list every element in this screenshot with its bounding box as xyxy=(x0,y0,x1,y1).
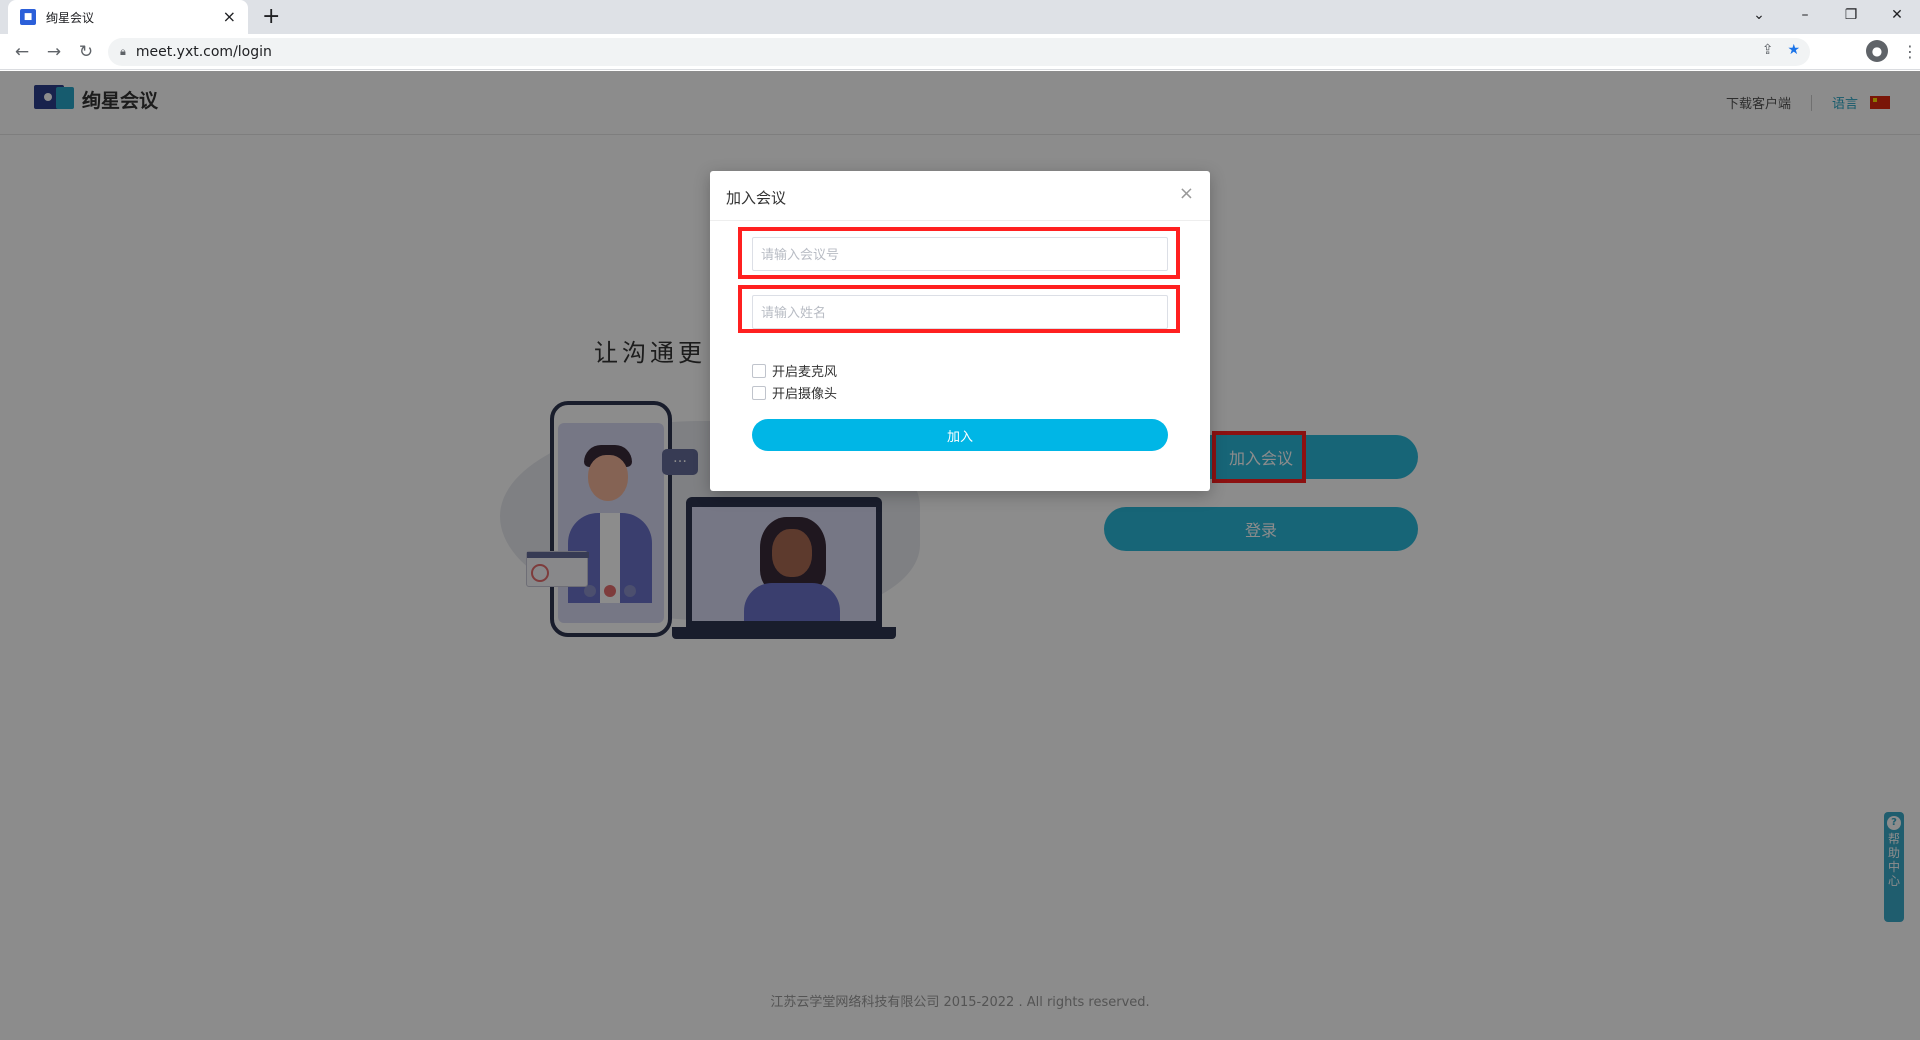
browser-toolbar: ← → ↻ 🔒︎ meet.yxt.com/login ⇪ ★ ● ⋮ xyxy=(0,34,1920,70)
dialog-header: 加入会议 × xyxy=(710,171,1210,221)
new-tab-button[interactable]: + xyxy=(262,5,280,29)
highlight-box-meeting-number xyxy=(738,227,1180,279)
menu-kebab-icon[interactable]: ⋮ xyxy=(1902,42,1918,61)
page: 绚星会议 下载客户端 语言 让沟通更 … 加入会议 登录 ? 帮 助 中 心 江… xyxy=(0,71,1920,1040)
lock-icon[interactable]: 🔒︎ xyxy=(120,45,126,59)
meeting-favicon-icon: ■ xyxy=(20,9,36,25)
window-controls: ⌄ – ❐ ✕ xyxy=(1736,0,1920,30)
camera-checkbox[interactable] xyxy=(752,385,766,400)
share-icon[interactable]: ⇪ xyxy=(1762,42,1774,58)
dialog-title: 加入会议 xyxy=(726,189,787,207)
browser-tab[interactable]: ■ 绚星会议 × xyxy=(8,0,248,34)
bookmark-star-icon[interactable]: ★ xyxy=(1787,42,1800,58)
forward-icon[interactable]: → xyxy=(42,40,66,64)
tab-search-icon[interactable]: ⌄ xyxy=(1736,0,1782,30)
browser-tabstrip: ■ 绚星会议 × + ⌄ – ❐ ✕ xyxy=(0,0,1920,34)
tab-title: 绚星会议 xyxy=(46,10,95,25)
reload-icon[interactable]: ↻ xyxy=(74,40,98,64)
close-window-button[interactable]: ✕ xyxy=(1874,0,1920,30)
camera-label: 开启摄像头 xyxy=(772,387,838,402)
url-text[interactable]: meet.yxt.com/login xyxy=(136,44,272,60)
highlight-box-name xyxy=(738,285,1180,333)
back-icon[interactable]: ← xyxy=(10,40,34,64)
tab-close-icon[interactable]: × xyxy=(223,9,236,25)
camera-checkbox-row[interactable]: 开启摄像头 xyxy=(752,383,837,402)
restore-button[interactable]: ❐ xyxy=(1828,0,1874,30)
join-meeting-dialog: 加入会议 × 开启麦克风 开启摄像头 加入 xyxy=(710,171,1210,491)
profile-icon[interactable]: ● xyxy=(1866,40,1888,62)
mic-checkbox-row[interactable]: 开启麦克风 xyxy=(752,361,837,380)
address-bar[interactable]: 🔒︎ meet.yxt.com/login ⇪ ★ xyxy=(108,38,1810,66)
mic-checkbox[interactable] xyxy=(752,363,766,378)
minimize-button[interactable]: – xyxy=(1782,0,1828,30)
close-icon[interactable]: × xyxy=(1179,185,1194,203)
mic-label: 开启麦克风 xyxy=(772,365,838,380)
dialog-join-button[interactable]: 加入 xyxy=(752,419,1168,451)
